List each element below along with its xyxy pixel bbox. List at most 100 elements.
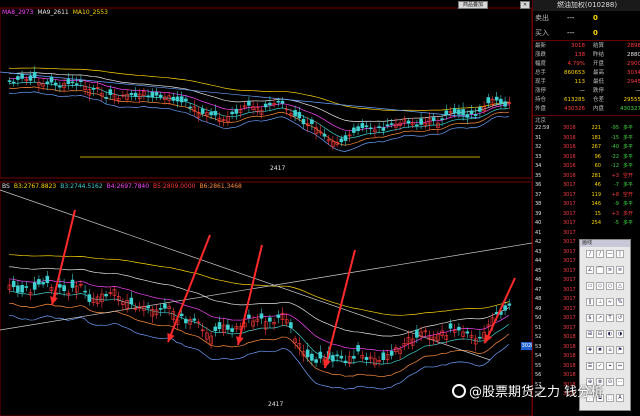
draw-tool-button[interactable]: ‖ [586,298,594,306]
quote-row: 涨停 — 跌停 — [535,87,640,95]
tick-delta: -40 [610,144,619,150]
draw-tool-button[interactable]: ⊥ [596,298,604,306]
tick-row[interactable]: 31 3016 181 -15 多平 [533,134,640,142]
tick-price: 3017 [563,220,576,226]
tick-row[interactable]: 40 3017 254 -5 多平 [533,219,640,227]
draw-tool-button[interactable]: ⊟ [596,330,604,338]
tick-time: 46 [535,277,542,283]
overlay-commodity-button[interactable]: 商品叠加 [458,1,488,9]
quote-value: 613285 [564,97,585,103]
draw-tool-button[interactable]: ⌖ [606,362,614,370]
tick-row[interactable]: 34 3016 60 -12 多平 [533,162,640,170]
close-icon[interactable]: ✕ [520,1,530,9]
draw-tool-button[interactable]: ∠ [586,266,594,274]
tick-price: 3017 [563,277,576,283]
main-chart-candles [7,66,512,151]
candle-body [360,123,365,129]
divider [533,40,640,41]
candle-body [16,76,20,80]
candle-body [133,92,138,97]
candle-body [457,109,461,115]
candle-body [503,305,507,311]
candle-body [268,102,272,106]
quote-value: 2880 [627,52,640,58]
quote-value: 29555 [623,97,640,103]
tick-row[interactable]: 32 3016 267 -40 多平 [533,143,640,151]
tick-time: 35 [535,172,542,179]
tick-row[interactable]: 36 3017 46 -7 多平 [533,181,640,189]
candle-body [339,355,344,359]
draw-tool-button[interactable]: ≈ [606,298,614,306]
draw-tool-button[interactable]: ≡ [606,266,614,274]
draw-tool-button[interactable]: ↗ [596,314,604,322]
tick-row[interactable]: 35 3016 281 +3 空开 [533,172,640,180]
tick-row[interactable]: 41 3017 [533,229,640,237]
quote-value: 113 [574,79,586,85]
tick-row[interactable]: 39 3017 15 +3 多开 [533,210,640,218]
candle-body [11,81,16,84]
tick-row[interactable]: 33 3016 96 -22 多平 [533,153,640,161]
tick-volume: 60 [594,163,601,169]
candle-body [62,285,66,292]
candle-body [200,108,205,114]
draw-tool-button[interactable]: ⇔ [616,362,624,370]
draw-tool-button[interactable]: / [596,250,604,258]
draw-tool-button[interactable]: ◐ [606,330,614,338]
candle-body [381,352,386,361]
candle-body [389,350,394,356]
candle-body [66,79,71,85]
draw-tool-button[interactable]: T [606,314,614,322]
draw-tool-button[interactable]: △ [616,282,624,290]
draw-tool-button[interactable]: / [586,250,594,258]
draw-tool-button[interactable]: $ [586,314,594,322]
quote-label: 开盘 [593,61,605,67]
candle-body [154,92,159,96]
draw-tool-button[interactable]: ✚ [586,346,594,354]
tick-row[interactable]: 37 3017 119 +8 空开 [533,191,640,199]
chart-area[interactable]: 2417 2417 [0,0,532,416]
tick-row[interactable]: 22:59 3016 221 -95 多平 [533,124,640,132]
tick-volume: 96 [594,153,601,160]
candle-body [297,112,302,119]
candle-body [91,88,96,90]
draw-tool-button[interactable]: ○ [606,282,614,290]
draw-tool-button[interactable]: % [616,298,624,306]
sell-price: --- [567,14,575,22]
draw-tool-button[interactable]: ⌒ [596,266,604,274]
draw-tool-button[interactable]: ☰ [586,362,594,370]
quote-row: 幅度 4.79% 开盘 2900 [535,60,640,68]
candle-body [104,97,108,99]
draw-tool-button[interactable]: ◇ [596,282,604,290]
draw-tool-button[interactable]: ⚑ [616,346,624,354]
draw-tool-button[interactable]: ◑ [616,330,624,338]
indicator-2: MA10_2553 [72,9,108,16]
draw-tool-button[interactable]: ⊞ [586,330,594,338]
draw-tool-button[interactable]: ≡ [616,266,624,274]
kline-charts-svg[interactable]: 2417 2417 [0,0,532,416]
candle-body [20,74,24,79]
tick-volume: 46 [594,182,601,188]
candle-body [175,96,180,102]
annotation-arrow-head [236,336,244,345]
quote-label: 结算 [593,43,605,49]
candle-body [58,284,62,288]
draw-tool-button[interactable]: ▭ [586,282,594,290]
draw-tool-button[interactable]: — [606,250,614,258]
draw-tool-button[interactable]: ↺ [616,314,624,322]
candle-body [247,100,251,106]
candle-body [179,96,184,103]
candle-body [352,356,356,359]
tick-price: 3016 [563,134,576,141]
indicator-5: B6:2861.3468 [199,183,242,190]
tick-price: 3016 [563,172,576,179]
candle-body [431,117,436,121]
draw-tool-button[interactable]: ✓ [596,362,604,370]
draw-tool-button[interactable]: | [616,250,624,258]
candle-body [368,127,373,130]
draw-tool-button[interactable]: ✖ [596,346,604,354]
candle-body [158,94,163,98]
tick-time: 39 [535,210,542,217]
draw-tool-button[interactable]: ⌂ [606,346,614,354]
annotation-arrow-shaft [484,277,516,344]
tick-row[interactable]: 38 3017 146 -9 多平 [533,200,640,208]
